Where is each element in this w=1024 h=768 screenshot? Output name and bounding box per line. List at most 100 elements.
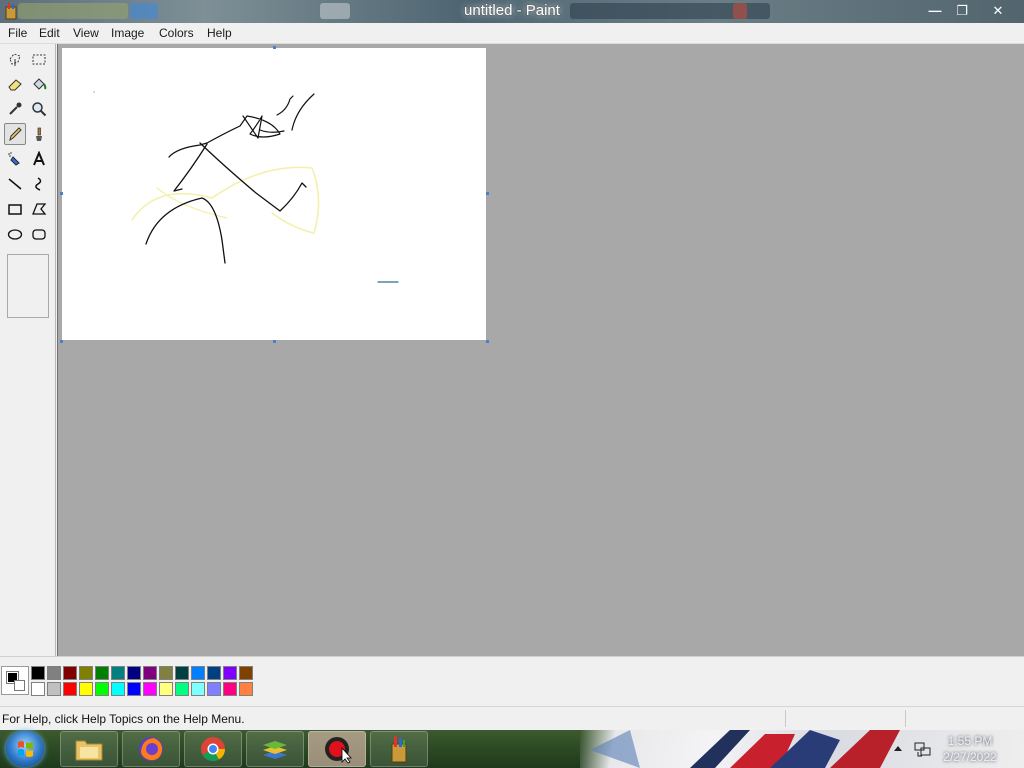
drawing-canvas[interactable] xyxy=(62,48,486,340)
menu-help[interactable]: Help xyxy=(207,26,232,40)
resize-handle-left[interactable] xyxy=(60,192,63,195)
fill-with-color-tool[interactable] xyxy=(28,73,50,95)
color-swatch[interactable] xyxy=(111,682,125,696)
color-swatch[interactable] xyxy=(143,682,157,696)
tool-options-box[interactable] xyxy=(7,254,49,318)
free-form-select-icon xyxy=(9,53,21,66)
rectangle-icon xyxy=(8,204,22,215)
color-swatch[interactable] xyxy=(223,666,237,680)
brush-tool[interactable] xyxy=(28,123,50,145)
taskbar-bluestacks[interactable] xyxy=(246,731,304,767)
text-tool[interactable] xyxy=(28,148,50,170)
polygon-tool[interactable] xyxy=(28,198,50,220)
paint-bucket-icon xyxy=(33,78,47,90)
status-divider xyxy=(785,710,786,727)
airbrush-tool[interactable] xyxy=(4,148,26,170)
menu-image[interactable]: Image xyxy=(111,26,144,40)
pencil-icon xyxy=(9,127,22,142)
color-swatch[interactable] xyxy=(239,666,253,680)
resize-handle-bottom[interactable] xyxy=(273,340,276,343)
paint-icon xyxy=(391,736,407,763)
clock-date[interactable]: 2/27/2022 xyxy=(930,750,1010,764)
color-swatch[interactable] xyxy=(175,682,189,696)
magnifier-icon xyxy=(32,102,47,117)
color-swatch[interactable] xyxy=(47,682,61,696)
taskbar-chrome[interactable] xyxy=(184,731,242,767)
eyedropper-icon xyxy=(9,102,22,115)
color-swatch[interactable] xyxy=(191,666,205,680)
minimize-button[interactable]: — xyxy=(922,1,948,20)
toolbox xyxy=(0,44,56,656)
color-swatch[interactable] xyxy=(191,682,205,696)
canvas-area[interactable] xyxy=(57,44,1024,656)
color-palette-bar xyxy=(0,656,1024,706)
color-swatch[interactable] xyxy=(159,682,173,696)
taskbar-paint[interactable] xyxy=(370,731,428,767)
curve-tool[interactable] xyxy=(28,173,50,195)
color-swatch[interactable] xyxy=(31,666,45,680)
menu-file[interactable]: File xyxy=(8,26,27,40)
airbrush-icon xyxy=(8,152,20,166)
current-colors-box[interactable] xyxy=(1,666,29,695)
taskbar-firefox[interactable] xyxy=(122,731,180,767)
color-swatch[interactable] xyxy=(79,666,93,680)
color-swatch[interactable] xyxy=(143,666,157,680)
select-tool[interactable] xyxy=(28,48,50,70)
close-button[interactable]: ✕ xyxy=(977,1,1019,20)
color-swatch[interactable] xyxy=(111,666,125,680)
background-color[interactable] xyxy=(14,680,25,691)
rounded-rectangle-icon xyxy=(32,229,46,240)
pencil-tool[interactable] xyxy=(4,123,26,145)
work-area xyxy=(0,44,1024,656)
color-swatch[interactable] xyxy=(223,682,237,696)
rectangle-select-icon xyxy=(32,54,46,65)
menu-colors[interactable]: Colors xyxy=(159,26,194,40)
maximize-button[interactable]: ❐ xyxy=(949,1,975,20)
eraser-icon xyxy=(8,79,22,91)
pick-color-tool[interactable] xyxy=(4,98,26,120)
color-swatch[interactable] xyxy=(63,666,77,680)
curve-icon xyxy=(35,177,42,191)
rectangle-tool[interactable] xyxy=(4,198,26,220)
color-swatch[interactable] xyxy=(175,666,189,680)
windows-logo-icon xyxy=(18,741,33,757)
start-button[interactable] xyxy=(6,731,44,767)
color-swatch[interactable] xyxy=(95,682,109,696)
color-swatch[interactable] xyxy=(127,666,141,680)
taskbar-file-explorer[interactable] xyxy=(60,731,118,767)
line-tool[interactable] xyxy=(4,173,26,195)
color-swatch[interactable] xyxy=(127,682,141,696)
taskbar: 1:55 PM 2/27/2022 xyxy=(0,730,1024,768)
color-swatch[interactable] xyxy=(79,682,93,696)
color-swatch[interactable] xyxy=(31,682,45,696)
color-swatch[interactable] xyxy=(207,666,221,680)
show-hidden-icons-icon[interactable] xyxy=(892,743,904,753)
resize-handle-right[interactable] xyxy=(486,192,489,195)
color-swatch[interactable] xyxy=(47,666,61,680)
menu-view[interactable]: View xyxy=(73,26,99,40)
line-icon xyxy=(8,178,22,190)
status-divider xyxy=(905,710,906,727)
polygon-icon xyxy=(32,203,47,215)
taskbar-screen-recorder[interactable] xyxy=(308,731,366,767)
resize-handle-top[interactable] xyxy=(273,46,276,49)
color-swatch[interactable] xyxy=(207,682,221,696)
menu-edit[interactable]: Edit xyxy=(39,26,60,40)
resize-handle-bottom-left[interactable] xyxy=(60,340,63,343)
resize-handle-bottom-right[interactable] xyxy=(486,340,489,343)
firefox-icon xyxy=(139,737,163,761)
color-swatch[interactable] xyxy=(95,666,109,680)
rounded-rectangle-tool[interactable] xyxy=(28,223,50,245)
color-swatch[interactable] xyxy=(63,682,77,696)
bluestacks-icon xyxy=(263,741,287,759)
title-bar[interactable]: untitled - Paint — ❐ ✕ xyxy=(0,0,1024,23)
free-form-select-tool[interactable] xyxy=(4,48,26,70)
color-swatch[interactable] xyxy=(239,682,253,696)
chrome-icon xyxy=(201,737,225,762)
eraser-tool[interactable] xyxy=(4,73,26,95)
clock-time[interactable]: 1:55 PM xyxy=(930,734,1010,748)
magnifier-tool[interactable] xyxy=(28,98,50,120)
ellipse-tool[interactable] xyxy=(4,223,26,245)
color-swatch[interactable] xyxy=(159,666,173,680)
brush-icon xyxy=(36,127,42,141)
